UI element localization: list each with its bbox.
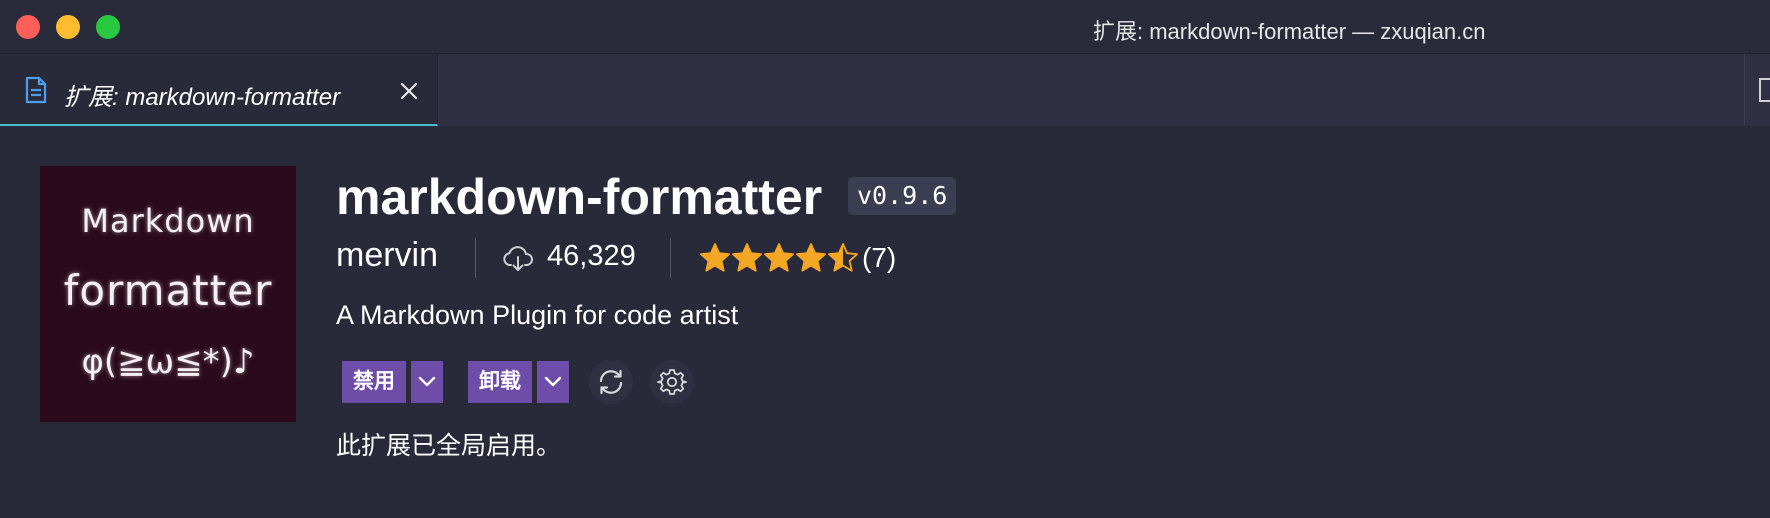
tab-label: 扩展: markdown-formatter: [64, 84, 341, 111]
chevron-down-icon: [544, 376, 562, 387]
zoom-window-button[interactable]: [96, 15, 120, 39]
star-full-icon: [796, 243, 826, 272]
file-icon: [25, 76, 47, 104]
publisher-name[interactable]: mervin: [336, 236, 438, 275]
chevron-down-icon: [418, 376, 436, 387]
star-full-icon: [700, 243, 730, 272]
sync-button[interactable]: [589, 360, 633, 404]
uninstall-dropdown-button[interactable]: [537, 361, 569, 403]
minimize-window-button[interactable]: [56, 15, 80, 39]
disable-dropdown-button[interactable]: [411, 361, 443, 403]
window-title: 扩展: markdown-formatter — zxuqian.cn: [1093, 19, 1486, 44]
tab-extension-markdown-formatter[interactable]: 扩展: markdown-formatter: [0, 54, 438, 126]
split-editor-icon[interactable]: [1758, 76, 1770, 104]
cloud-download-icon: [503, 246, 533, 271]
logo-text-line-1: Markdown: [81, 202, 255, 240]
tab-bar-divider: [1744, 54, 1745, 126]
status-text: 此扩展已全局启用。: [336, 432, 562, 460]
extension-description: A Markdown Plugin for code artist: [336, 300, 739, 330]
tab-bar: 扩展: markdown-formatter: [0, 54, 1770, 126]
logo-text-line-2: formatter: [63, 266, 273, 315]
disable-button[interactable]: 禁用: [342, 361, 406, 403]
close-window-button[interactable]: [16, 15, 40, 39]
separator: [670, 238, 671, 278]
close-icon[interactable]: [398, 80, 420, 102]
extension-logo: Markdown formatter φ(≧ω≦*)♪: [40, 166, 296, 422]
logo-text-line-3: φ(≧ω≦*)♪: [81, 342, 255, 382]
gear-icon: [657, 369, 687, 395]
install-count: 46,329: [547, 240, 636, 272]
title-bar: 扩展: markdown-formatter — zxuqian.cn: [0, 0, 1770, 54]
rating-count[interactable]: (7): [862, 242, 896, 274]
star-full-icon: [732, 243, 762, 272]
star-half-icon: [828, 243, 858, 272]
star-full-icon: [764, 243, 794, 272]
separator: [475, 238, 476, 278]
extension-name: markdown-formatter: [336, 169, 823, 225]
sync-icon: [599, 369, 623, 395]
version-badge: v0.9.6: [848, 177, 957, 215]
settings-button[interactable]: [650, 360, 694, 404]
uninstall-button[interactable]: 卸载: [468, 361, 532, 403]
